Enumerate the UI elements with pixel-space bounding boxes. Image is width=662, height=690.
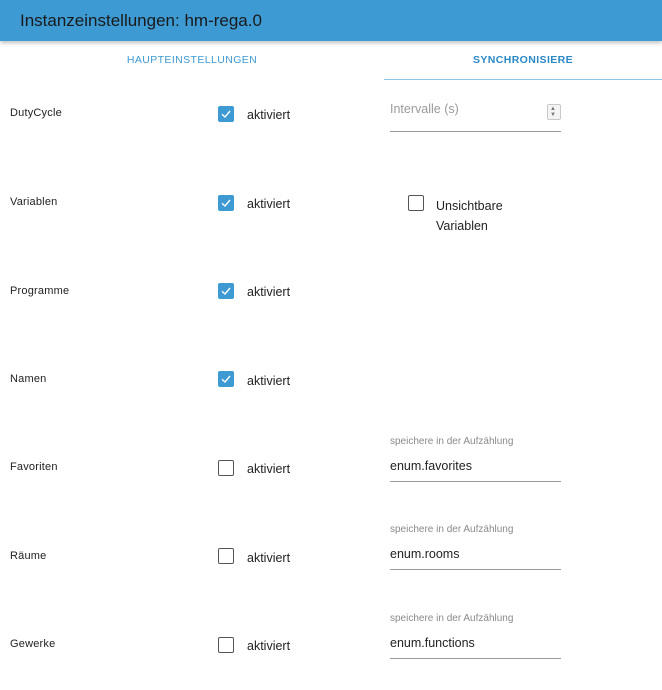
row-label-dutycycle: DutyCycle bbox=[10, 107, 62, 119]
row-label-variablen: Variablen bbox=[10, 196, 58, 208]
tab-main-settings[interactable]: HAUPTEINSTELLUNGEN bbox=[0, 41, 384, 79]
programme-checkbox[interactable] bbox=[218, 283, 234, 299]
raeume-enum-input[interactable]: enum.rooms bbox=[390, 547, 561, 570]
programme-checkbox-label: aktiviert bbox=[247, 285, 291, 299]
title-bar: Instanzeinstellungen: hm-rega.0 bbox=[0, 0, 662, 41]
row-label-programme: Programme bbox=[10, 285, 70, 297]
namen-checkbox-label: aktiviert bbox=[247, 374, 291, 388]
dutycycle-checkbox-label: aktiviert bbox=[247, 108, 291, 122]
check-icon bbox=[221, 375, 231, 384]
favoriten-checkbox[interactable] bbox=[218, 460, 234, 476]
spinner-arrows-icon[interactable]: ▲ ▼ bbox=[547, 104, 561, 120]
check-icon bbox=[221, 287, 231, 296]
interval-placeholder: Intervalle (s) bbox=[390, 102, 459, 116]
raeume-enum-caption: speichere in der Aufzählung bbox=[390, 524, 514, 535]
raeume-checkbox[interactable] bbox=[218, 548, 234, 564]
check-icon bbox=[221, 199, 231, 208]
invisible-variables-checkbox[interactable] bbox=[408, 195, 424, 211]
namen-checkbox[interactable] bbox=[218, 371, 234, 387]
window-title: Instanzeinstellungen: hm-rega.0 bbox=[20, 11, 262, 30]
variablen-checkbox[interactable] bbox=[218, 195, 234, 211]
favoriten-checkbox-label: aktiviert bbox=[247, 462, 291, 476]
favoriten-enum-caption: speichere in der Aufzählung bbox=[390, 436, 514, 447]
invisible-variables-label: Unsichtbare Variablen bbox=[436, 199, 503, 233]
row-label-gewerke: Gewerke bbox=[10, 638, 56, 650]
dutycycle-checkbox[interactable] bbox=[218, 106, 234, 122]
favoriten-enum-input[interactable]: enum.favorites bbox=[390, 459, 561, 482]
variablen-checkbox-label: aktiviert bbox=[247, 197, 291, 211]
tab-synchronize[interactable]: SYNCHRONISIERE bbox=[384, 41, 662, 80]
row-label-raeume: Räume bbox=[10, 550, 47, 562]
interval-input[interactable]: Intervalle (s) ▲ ▼ bbox=[390, 100, 561, 132]
row-label-namen: Namen bbox=[10, 373, 47, 385]
row-label-favoriten: Favoriten bbox=[10, 461, 58, 473]
gewerke-enum-caption: speichere in der Aufzählung bbox=[390, 613, 514, 624]
check-icon bbox=[221, 110, 231, 119]
gewerke-checkbox[interactable] bbox=[218, 637, 234, 653]
raeume-checkbox-label: aktiviert bbox=[247, 551, 291, 565]
gewerke-enum-input[interactable]: enum.functions bbox=[390, 636, 561, 659]
gewerke-checkbox-label: aktiviert bbox=[247, 639, 291, 653]
